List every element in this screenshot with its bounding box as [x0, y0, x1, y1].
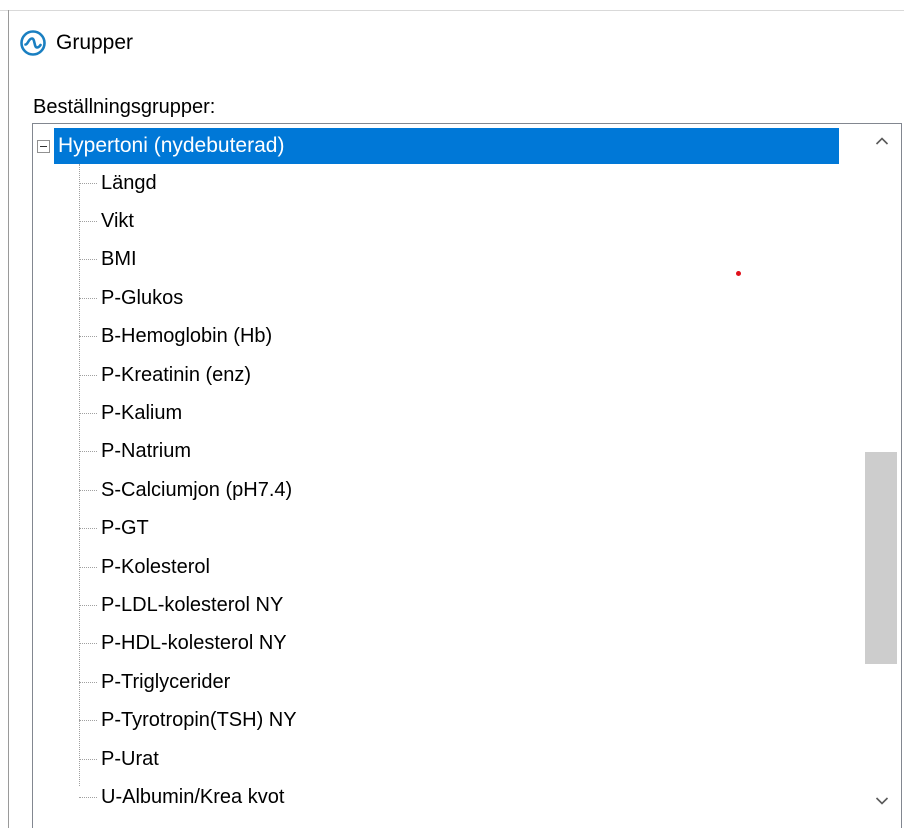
tree-root-label[interactable]: Hypertoni (nydebuterad) [54, 128, 839, 164]
tree-child-item[interactable]: P-Kolesterol [79, 548, 210, 586]
vertical-scrollbar[interactable] [863, 124, 901, 828]
tree-child-item[interactable]: S-Calciumjon (pH7.4) [79, 471, 292, 509]
tree-child-item[interactable]: Längd [79, 164, 157, 202]
chevron-down-icon [875, 797, 889, 805]
tree-branch-line [79, 297, 97, 299]
tree-child-item[interactable]: P-Natrium [79, 433, 191, 471]
order-groups-label: Beställningsgrupper: [33, 96, 216, 118]
title-bar: Grupper [8, 10, 904, 76]
tree-child-item[interactable]: P-Kalium [79, 394, 182, 432]
tree-child-label: P-Urat [101, 747, 159, 770]
client-area: Beställningsgrupper: Hypertoni (nydebute… [8, 76, 904, 828]
tree-branch-line [79, 604, 97, 606]
scroll-down-button[interactable] [863, 784, 901, 818]
tree-child-label: P-Glukos [101, 286, 184, 309]
red-dot-marker [736, 271, 741, 276]
tree-child-item[interactable]: B-Hemoglobin (Hb) [79, 318, 272, 356]
tree-branch-line [79, 643, 97, 645]
scroll-thumb[interactable] [865, 452, 897, 664]
tree-branch-line [79, 259, 97, 261]
tree-child-item[interactable]: P-HDL-kolesterol NY [79, 625, 287, 663]
tree-branch-line [79, 182, 97, 184]
tree-branch-line [79, 528, 97, 530]
tree-child-label: U-Albumin/Krea kvot [101, 785, 285, 808]
tree-child-label: P-Kolesterol [101, 555, 210, 578]
tree-child-item[interactable]: P-Glukos [79, 279, 183, 317]
tree-child-item[interactable]: P-Urat [79, 740, 159, 778]
tree-branch-line [79, 566, 97, 568]
tree-branch-line [79, 451, 97, 453]
tree-child-item[interactable]: U-Albumin/Krea kvot [79, 778, 284, 816]
tree-child-label: P-Natrium [101, 440, 192, 463]
tree-branch-line [79, 412, 97, 414]
tree-child-item[interactable]: Vikt [79, 202, 134, 240]
tree-child-label: B-Hemoglobin (Hb) [101, 325, 273, 348]
tree-child-label: S-Calciumjon (pH7.4) [101, 478, 293, 501]
tree-child-label: Längd [101, 171, 157, 194]
tree-child-label: P-Tyrotropin(TSH) NY [101, 709, 297, 732]
tree-branch-line [79, 220, 97, 222]
tree-branch-line [79, 489, 97, 491]
tree-root-node[interactable]: Hypertoni (nydebuterad) [37, 128, 839, 164]
tree-child-item[interactable]: P-LDL-kolesterol NY [79, 586, 283, 624]
window-title: Grupper [56, 31, 134, 54]
tree-branch-line [79, 336, 97, 338]
circle-swirl-icon [18, 28, 48, 58]
tree-child-label: BMI [101, 248, 137, 271]
order-groups-tree[interactable]: Hypertoni (nydebuterad) Längd Vikt BMI P-Gl… [32, 123, 902, 828]
tree-child-label: P-HDL-kolesterol NY [101, 632, 287, 655]
tree-child-item[interactable]: P-Triglycerider [79, 663, 230, 701]
collapse-toggle[interactable] [37, 139, 50, 153]
tree-child-label: P-Kalium [101, 401, 183, 424]
tree-branch-line [79, 681, 97, 683]
tree-branch-line [79, 374, 97, 376]
tree-child-item[interactable]: BMI [79, 241, 137, 279]
chevron-up-icon [875, 137, 889, 145]
tree-branch-line [79, 796, 97, 798]
scroll-up-button[interactable] [863, 124, 901, 158]
tree-child-item[interactable]: P-Kreatinin (enz) [79, 356, 251, 394]
tree-branch-line [79, 758, 97, 760]
tree-branch-line [79, 720, 97, 722]
tree-child-item[interactable]: P-Tyrotropin(TSH) NY [79, 702, 297, 740]
tree-child-label: P-Kreatinin (enz) [101, 363, 252, 386]
tree-child-label: P-GT [101, 517, 149, 540]
grupper-window: Grupper Beställningsgrupper: Hypertoni (… [0, 0, 904, 828]
tree-child-item[interactable]: P-GT [79, 510, 149, 548]
tree-child-label: P-LDL-kolesterol NY [101, 593, 284, 616]
tree-child-label: Vikt [101, 209, 134, 232]
tree-child-label: P-Triglycerider [101, 670, 231, 693]
